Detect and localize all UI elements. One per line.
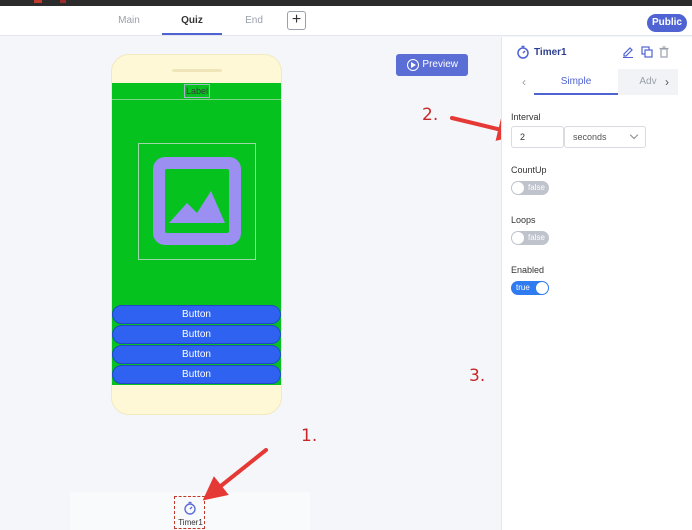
- pencil-icon[interactable]: [622, 46, 634, 58]
- tab-quiz[interactable]: Quiz: [162, 6, 222, 35]
- stopwatch-icon: [517, 45, 529, 59]
- browser-tab-indicator-2: [60, 0, 66, 3]
- loops-toggle-value: false: [528, 233, 545, 242]
- copy-icon[interactable]: [641, 46, 653, 58]
- phone-screen: Label Button Button Button Button: [112, 83, 281, 385]
- annotation-step-3: 3.: [469, 366, 486, 386]
- app-button-1[interactable]: Button: [112, 305, 281, 324]
- interval-input[interactable]: 2: [511, 126, 564, 148]
- loops-toggle[interactable]: false: [511, 231, 549, 245]
- annotation-step-2: 2.: [422, 105, 439, 125]
- properties-panel: Timer1 ‹ Simple Adv › Interval 2 seconds…: [501, 37, 692, 530]
- public-button[interactable]: Public: [647, 14, 687, 32]
- toggle-knob: [536, 282, 548, 294]
- chevron-left-icon[interactable]: ‹: [517, 69, 531, 95]
- button-stack: Button Button Button Button: [112, 305, 281, 385]
- app-button-4[interactable]: Button: [112, 365, 281, 384]
- loops-label: Loops: [511, 215, 536, 225]
- image-placeholder-icon: [153, 157, 241, 245]
- tab-main[interactable]: Main: [99, 6, 159, 36]
- label-component[interactable]: Label: [184, 84, 210, 98]
- app-button-3[interactable]: Button: [112, 345, 281, 364]
- app-button-2[interactable]: Button: [112, 325, 281, 344]
- phone-speaker: [172, 69, 222, 72]
- image-component[interactable]: [138, 143, 256, 260]
- chevron-right-icon[interactable]: ›: [660, 69, 674, 95]
- enabled-toggle-value: true: [516, 283, 530, 292]
- tab-end[interactable]: End: [224, 6, 284, 36]
- toggle-knob: [512, 232, 524, 244]
- add-screen-button[interactable]: +: [287, 11, 306, 30]
- enabled-toggle[interactable]: true: [511, 281, 549, 295]
- preview-button[interactable]: Preview: [396, 54, 468, 76]
- trash-icon[interactable]: [658, 46, 670, 58]
- interval-unit-value: seconds: [573, 132, 607, 142]
- timer-component-label: Timer1: [178, 518, 203, 527]
- interval-label: Interval: [511, 112, 541, 122]
- screen-tab-bar: Main Quiz End + Public: [0, 6, 692, 36]
- countup-label: CountUp: [511, 165, 547, 175]
- enabled-label: Enabled: [511, 265, 545, 275]
- component-title: Timer1: [534, 47, 567, 58]
- browser-tab-indicator: [34, 0, 42, 3]
- property-tabs: ‹ Simple Adv ›: [502, 69, 692, 95]
- timer-component[interactable]: Timer1: [174, 496, 205, 529]
- interval-unit-select[interactable]: seconds: [564, 126, 646, 148]
- play-circle-icon: [407, 59, 419, 71]
- phone-mockup: Label Button Button Button Button: [111, 54, 282, 415]
- countup-toggle-value: false: [528, 183, 545, 192]
- tab-simple[interactable]: Simple: [534, 69, 618, 95]
- annotation-step-1: 1.: [301, 426, 318, 446]
- label-divider: [112, 99, 281, 100]
- stopwatch-icon: [184, 501, 196, 515]
- chevron-down-icon: [629, 130, 639, 140]
- toggle-knob: [512, 182, 524, 194]
- preview-button-label: Preview: [422, 59, 458, 70]
- countup-toggle[interactable]: false: [511, 181, 549, 195]
